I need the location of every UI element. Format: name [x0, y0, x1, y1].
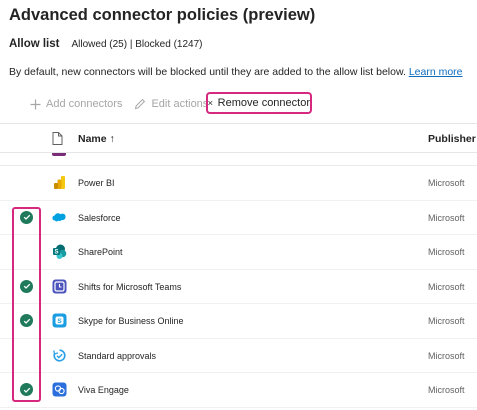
connector-table-body: Power BI Microsoft Salesforce Microsoft …	[0, 153, 477, 408]
connector-name: Standard approvals	[78, 350, 157, 361]
publisher-name: Microsoft	[428, 178, 465, 188]
page-title: Advanced connector policies (preview)	[9, 6, 316, 24]
learn-more-link[interactable]: Learn more	[409, 66, 463, 78]
toolbar: Add connectors Edit actions Remove conne…	[30, 92, 312, 116]
table-row[interactable]: Viva Engage Microsoft	[0, 373, 477, 408]
publisher-name: Microsoft	[428, 281, 465, 292]
table-row[interactable]: Shifts for Microsoft Teams Microsoft	[0, 270, 477, 304]
description-text: By default, new connectors will be block…	[9, 66, 406, 78]
power-bi-icon	[54, 176, 65, 189]
plus-icon	[30, 99, 41, 109]
table-row-partial	[0, 153, 477, 166]
publisher-name: Microsoft	[428, 212, 465, 223]
pencil-icon	[135, 98, 146, 110]
add-connectors-label: Add connectors	[46, 98, 123, 110]
connector-icon	[52, 153, 66, 156]
sharepoint-icon: S	[53, 244, 67, 259]
allow-block-counts[interactable]: Allowed (25) | Blocked (1247)	[71, 39, 202, 50]
skype-icon: S	[52, 313, 67, 328]
shifts-icon	[52, 279, 67, 293]
description: By default, new connectors will be block…	[9, 66, 463, 78]
connector-name: Salesforce	[78, 212, 121, 223]
viva-engage-icon	[52, 382, 67, 397]
table-row[interactable]: Standard approvals Microsoft	[0, 339, 477, 373]
svg-text:S: S	[54, 250, 58, 256]
selection-highlight	[12, 207, 41, 402]
table-row[interactable]: S SharePoint Microsoft	[0, 235, 477, 270]
list-tabs: Allow list Allowed (25) | Blocked (1247)	[9, 38, 202, 50]
publisher-column-header[interactable]: Publisher	[428, 133, 476, 145]
remove-connector-button[interactable]: Remove connector	[206, 92, 312, 114]
add-connectors-button[interactable]: Add connectors	[30, 98, 122, 110]
approvals-icon	[53, 348, 66, 362]
connector-name: Shifts for Microsoft Teams	[78, 281, 182, 292]
table-row[interactable]: Power BI Microsoft	[0, 166, 477, 201]
publisher-name: Microsoft	[428, 316, 465, 326]
connector-name: Power BI	[78, 178, 115, 188]
publisher-name: Microsoft	[428, 350, 465, 361]
remove-connector-label: Remove connector	[217, 97, 310, 109]
table-header: Name ↑ Publisher	[0, 123, 477, 153]
edit-actions-label: Edit actions	[151, 98, 209, 110]
table-row[interactable]: Salesforce Microsoft	[0, 201, 477, 235]
edit-actions-button[interactable]: Edit actions	[134, 98, 208, 110]
publisher-name: Microsoft	[428, 385, 465, 395]
table-row[interactable]: S Skype for Business Online Microsoft	[0, 304, 477, 339]
close-icon	[208, 100, 213, 106]
connector-name: SharePoint	[78, 247, 123, 257]
connector-name: Skype for Business Online	[78, 316, 184, 326]
name-column-header[interactable]: Name ↑	[78, 133, 115, 145]
salesforce-icon	[52, 212, 66, 221]
connector-name: Viva Engage	[78, 385, 129, 395]
file-type-icon	[52, 132, 63, 145]
svg-text:S: S	[57, 318, 62, 325]
tab-allow-list[interactable]: Allow list	[9, 38, 59, 50]
publisher-name: Microsoft	[428, 247, 465, 257]
